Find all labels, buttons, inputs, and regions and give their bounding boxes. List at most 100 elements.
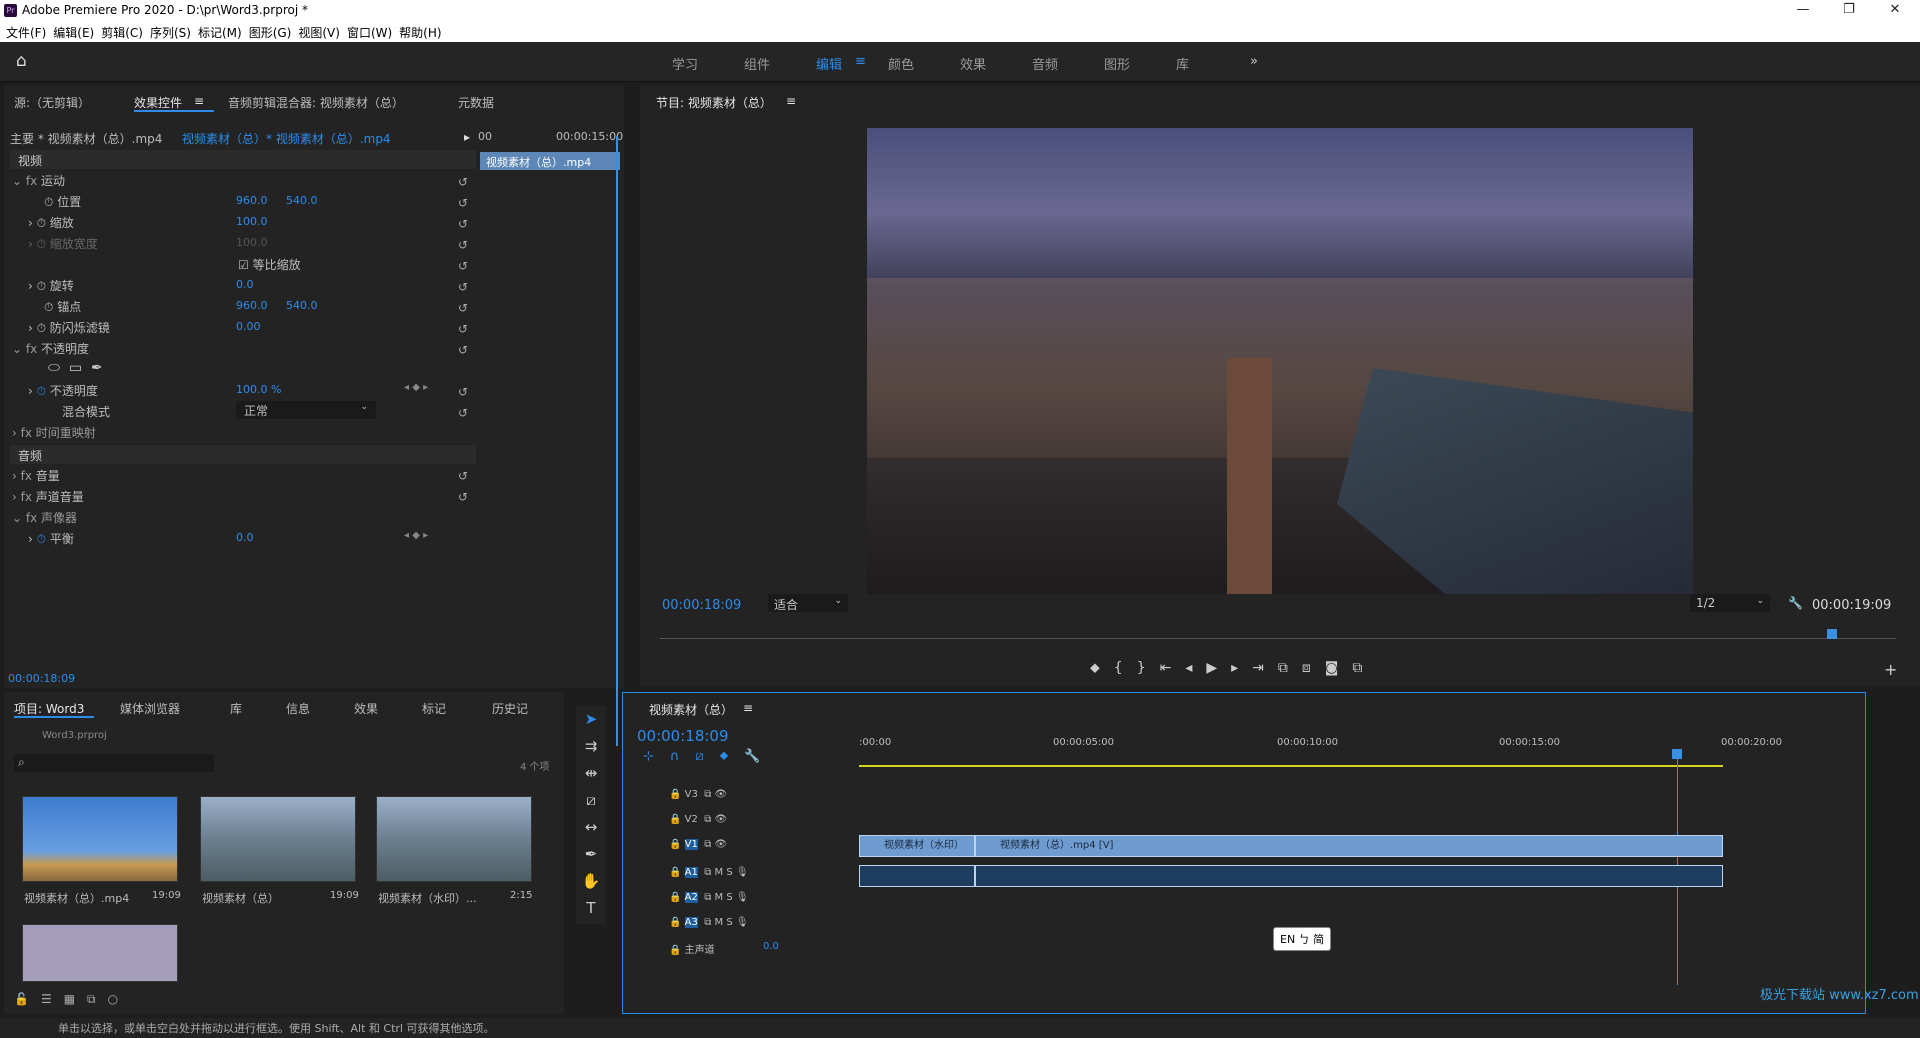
menu-view[interactable]: 视图(V) [298, 22, 347, 42]
workspace-effects[interactable]: 效果 [960, 54, 986, 73]
resolution-select[interactable]: 1/2 ⌄ [1690, 594, 1770, 612]
ripple-edit-tool-icon[interactable]: ⇹ [576, 760, 606, 787]
tab-libraries[interactable]: 库 [230, 700, 242, 717]
flicker-value[interactable]: 0.00 [236, 320, 261, 333]
workspace-editing[interactable]: 编辑 [816, 54, 842, 73]
rotation-value[interactable]: 0.0 [236, 278, 254, 291]
menu-window[interactable]: 窗口(W) [347, 22, 399, 42]
anchor-x[interactable]: 960.0 [236, 299, 268, 312]
track-v2[interactable]: 🔒 V2 ⧉ 👁 [669, 814, 727, 825]
fit-select[interactable]: 适合 ⌄ [768, 594, 848, 612]
tab-audio-mixer[interactable]: 音频剪辑混合器: 视频素材（总） [228, 94, 404, 111]
track-a3[interactable]: 🔒 A3 ⧉ M S 🎙 [669, 917, 749, 928]
time-remap-row[interactable]: › fx 时间重映射 [12, 424, 96, 441]
panner-row[interactable]: ⌄ fx 声像器 [12, 509, 77, 526]
anchor-y[interactable]: 540.0 [286, 299, 318, 312]
menu-graphics[interactable]: 图形(G) [249, 22, 299, 42]
tab-effect-controls[interactable]: 效果控件 [134, 94, 182, 111]
work-area-bar[interactable] [859, 765, 1723, 767]
workspace-assembly[interactable]: 组件 [744, 54, 770, 73]
balance-value[interactable]: 0.0 [236, 531, 254, 544]
motion-row[interactable]: ⌄ fx 运动 [12, 172, 476, 189]
timeline-tools[interactable]: ⊹∩⧄⬥🔧 [643, 749, 777, 764]
project-search-input[interactable]: ⌕ [14, 754, 214, 772]
menu-sequence[interactable]: 序列(S) [150, 22, 198, 42]
menu-file[interactable]: 文件(F) [6, 22, 53, 42]
tab-project[interactable]: 项目: Word3 [14, 700, 84, 717]
program-scrub-bar[interactable] [660, 638, 1896, 639]
thumbnail-clip-3[interactable] [376, 796, 532, 882]
minimize-button[interactable]: — [1780, 0, 1826, 22]
selection-tool-icon[interactable]: ➤ [576, 706, 606, 733]
opacity-value[interactable]: 100.0 % [236, 383, 281, 396]
mini-timeline-clip[interactable]: 视频素材（总）.mp4 [480, 152, 620, 170]
opacity-fx-row[interactable]: ⌄ fx 不透明度 [12, 340, 89, 357]
playhead-handle[interactable] [1672, 749, 1682, 759]
ellipse-mask-icon[interactable]: ⬭ [48, 360, 60, 376]
timeline-menu-icon[interactable]: ≡ [743, 701, 753, 715]
sequence-clip-label[interactable]: 视频素材（总）* 视频素材（总）.mp4 [182, 130, 391, 147]
ime-indicator[interactable]: EN ㄅ 简 [1273, 927, 1332, 951]
timeline-title[interactable]: 视频素材（总） [649, 701, 733, 718]
menu-clip[interactable]: 剪辑(C) [101, 22, 150, 42]
scale-value[interactable]: 100.0 [236, 215, 268, 228]
track-a2[interactable]: 🔒 A2 ⧉ M S 🎙 [669, 892, 749, 903]
track-master[interactable]: 🔒 主声道 [669, 941, 715, 956]
rect-mask-icon[interactable]: ▭ [69, 360, 82, 376]
workspace-color[interactable]: 颜色 [888, 54, 914, 73]
hand-tool-icon[interactable]: ✋ [576, 868, 606, 895]
clip-watermark[interactable]: 视频素材（水印） [859, 835, 975, 857]
tab-info[interactable]: 信息 [286, 700, 310, 717]
track-a1[interactable]: 🔒 A1 ⧉ M S 🎙 [669, 867, 749, 878]
tab-metadata[interactable]: 元数据 [458, 94, 494, 111]
clip-main-video[interactable]: 视频素材（总）.mp4 [V] [975, 835, 1723, 857]
menu-edit[interactable]: 编辑(E) [53, 22, 101, 42]
menu-help[interactable]: 帮助(H) [399, 22, 448, 42]
project-view-controls[interactable]: 🔓☰▦⧉○ [14, 992, 130, 1007]
close-button[interactable]: ✕ [1872, 0, 1918, 22]
track-v1[interactable]: 🔒 V1 ⧉ 👁 [669, 839, 727, 850]
keyframe-nav-icon[interactable]: ◂ ◆ ▸ [404, 382, 428, 393]
tab-media-browser[interactable]: 媒体浏览器 [120, 700, 180, 717]
track-v3[interactable]: 🔒 V3 ⧉ 👁 [669, 789, 727, 800]
workspace-menu-icon[interactable]: ≡ [855, 54, 866, 69]
program-title[interactable]: 节目: 视频素材（总） [656, 94, 772, 111]
effect-playhead[interactable] [616, 136, 618, 746]
more-workspaces-icon[interactable]: » [1250, 54, 1258, 69]
master-volume[interactable]: 0.0 [763, 941, 779, 952]
workspace-graphics[interactable]: 图形 [1104, 54, 1130, 73]
track-select-tool-icon[interactable]: ⇉ [576, 733, 606, 760]
position-x[interactable]: 960.0 [236, 194, 268, 207]
reset-icons[interactable]: ↺ ↺ ↺ ↺ ↺ ↺ ↺ ↺ ↺ ↺ ↺ ↺ ↺ [458, 172, 468, 508]
panel-menu-icon[interactable]: ≡ [194, 94, 204, 108]
expand-arrow-icon[interactable]: ▸ [464, 130, 470, 144]
wrench-icon[interactable]: 🔧 [1788, 596, 1803, 610]
thumbnail-clip-1[interactable] [22, 796, 178, 882]
slip-tool-icon[interactable]: ↔ [576, 814, 606, 841]
tab-source[interactable]: 源:（无剪辑） [14, 94, 90, 111]
effect-timecode[interactable]: 00:00:18:09 [8, 672, 75, 685]
restore-button[interactable]: ❐ [1826, 0, 1872, 22]
balance-keyframe-icon[interactable]: ◂ ◆ ▸ [404, 530, 428, 541]
audio-clip-2[interactable] [975, 865, 1723, 887]
timeline-timecode[interactable]: 00:00:18:09 [637, 727, 729, 745]
volume-row[interactable]: › fx 音量 [12, 467, 60, 484]
menu-marker[interactable]: 标记(M) [198, 22, 249, 42]
workspace-learn[interactable]: 学习 [672, 54, 698, 73]
transport-controls[interactable]: ⬥{}⇤◂▶▸⇥⧉⧈◙⧉ [1090, 660, 1376, 676]
program-timecode[interactable]: 00:00:18:09 [662, 598, 741, 613]
video-frame[interactable] [867, 128, 1693, 594]
uniform-scale-checkbox[interactable]: ☑ 等比缩放 [238, 256, 301, 273]
tab-markers[interactable]: 标记 [422, 700, 446, 717]
type-tool-icon[interactable]: T [576, 895, 606, 922]
thumbnail-sequence[interactable] [200, 796, 356, 882]
channel-volume-row[interactable]: › fx 声道音量 [12, 488, 84, 505]
workspace-libraries[interactable]: 库 [1176, 54, 1189, 73]
program-menu-icon[interactable]: ≡ [786, 94, 796, 108]
home-icon[interactable]: ⌂ [16, 51, 27, 71]
thumbnail-clip-4[interactable] [22, 924, 178, 982]
tab-history[interactable]: 历史记 [492, 700, 528, 717]
workspace-audio[interactable]: 音频 [1032, 54, 1058, 73]
pen-mask-icon[interactable]: ✒ [91, 360, 103, 376]
position-y[interactable]: 540.0 [286, 194, 318, 207]
